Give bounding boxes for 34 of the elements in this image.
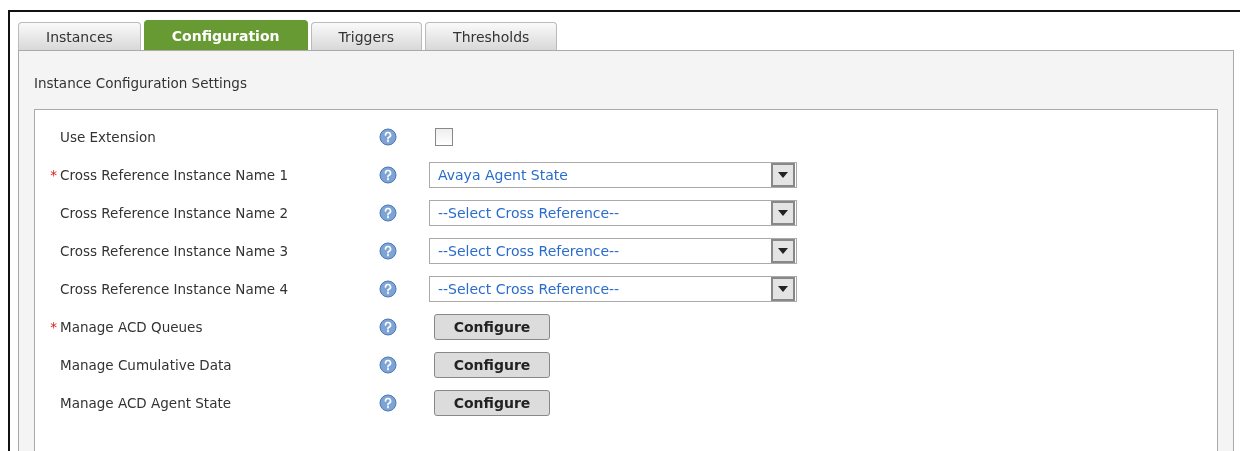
field-label: Use Extension xyxy=(60,129,156,145)
caret-icon xyxy=(778,286,788,292)
field-label: Manage ACD Agent State xyxy=(60,395,231,411)
field-label: Manage ACD Queues xyxy=(60,319,203,335)
help-icon[interactable] xyxy=(379,204,397,222)
required-mark: * xyxy=(49,319,57,335)
dropdown[interactable]: --Select Cross Reference-- xyxy=(429,238,797,264)
help-icon[interactable] xyxy=(379,166,397,184)
tab[interactable]: Triggers xyxy=(310,22,423,50)
configure-button[interactable]: Configure xyxy=(434,314,550,340)
dropdown[interactable]: --Select Cross Reference-- xyxy=(429,200,797,226)
field-label: Cross Reference Instance Name 3 xyxy=(60,243,288,259)
checkbox[interactable] xyxy=(435,128,453,146)
help-icon[interactable] xyxy=(379,128,397,146)
help-icon[interactable] xyxy=(379,280,397,298)
dropdown[interactable]: --Select Cross Reference-- xyxy=(429,276,797,302)
help-icon[interactable] xyxy=(379,318,397,336)
tab[interactable]: Thresholds xyxy=(425,22,558,50)
field-label: Cross Reference Instance Name 2 xyxy=(60,205,288,221)
caret-icon xyxy=(778,210,788,216)
help-icon[interactable] xyxy=(379,242,397,260)
dropdown[interactable]: Avaya Agent State xyxy=(429,162,797,188)
tab[interactable]: Instances xyxy=(18,22,141,50)
caret-icon xyxy=(778,248,788,254)
configure-button[interactable]: Configure xyxy=(434,352,550,378)
section-title: Instance Configuration Settings xyxy=(34,74,248,93)
field-label: Cross Reference Instance Name 4 xyxy=(60,281,288,297)
help-icon[interactable] xyxy=(379,356,397,374)
help-icon[interactable] xyxy=(379,394,397,412)
required-mark: * xyxy=(49,167,57,183)
field-label: Cross Reference Instance Name 1 xyxy=(60,167,288,183)
configure-button[interactable]: Configure xyxy=(434,390,550,416)
caret-icon xyxy=(778,172,788,178)
field-label: Manage Cumulative Data xyxy=(60,357,232,373)
